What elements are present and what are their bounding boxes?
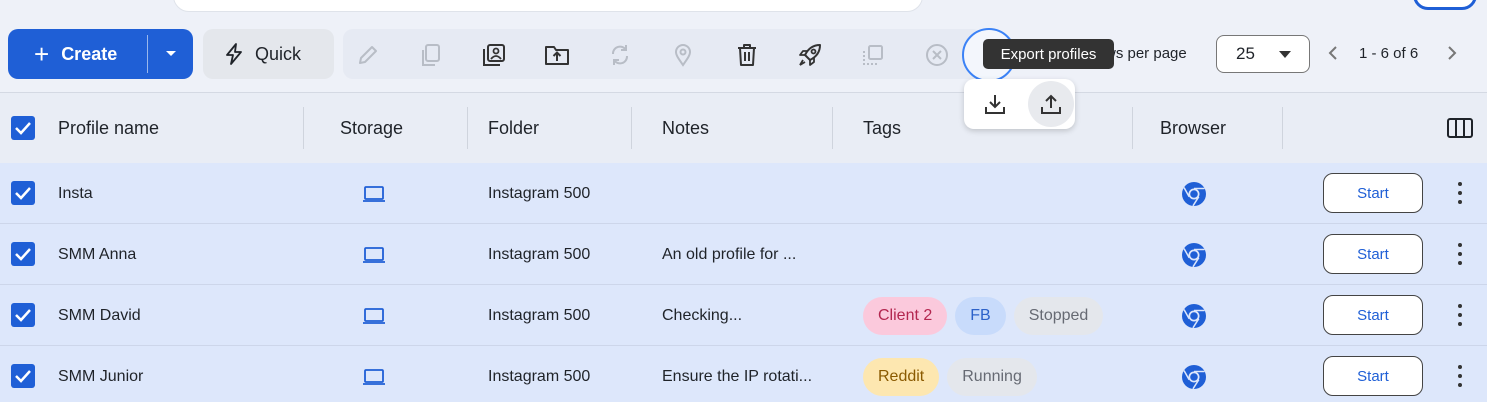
folder-upload-icon[interactable]	[544, 42, 570, 68]
chrome-icon	[1181, 346, 1207, 402]
download-icon	[985, 95, 1005, 114]
create-button-group: + Create	[8, 29, 193, 79]
profile-name[interactable]: SMM David	[58, 285, 141, 346]
create-button[interactable]: + Create	[8, 29, 147, 79]
edit-pencil-icon[interactable]	[355, 42, 381, 68]
trash-icon[interactable]	[734, 42, 760, 68]
folder-name: Instagram 500	[488, 306, 591, 324]
row-checkbox[interactable]	[11, 303, 35, 327]
lightning-icon	[226, 43, 242, 65]
location-pin-icon[interactable]	[670, 42, 696, 68]
table-row[interactable]: SMM Junior Instagram 500 Ensure the IP r…	[0, 346, 1487, 402]
notes-text[interactable]: Checking...	[662, 285, 742, 346]
profile-name[interactable]: SMM Anna	[58, 224, 136, 285]
columns-settings-icon[interactable]	[1447, 93, 1473, 163]
quick-label: Quick	[255, 43, 302, 64]
bulk-actions-toolbar	[343, 29, 983, 79]
rows-per-page-select[interactable]: 25	[1216, 35, 1310, 73]
cancel-circle-icon[interactable]	[924, 42, 950, 68]
more-options-icon[interactable]	[1452, 301, 1468, 329]
tag-badge[interactable]: Stopped	[1013, 296, 1104, 335]
column-header-profile-name[interactable]: Profile name	[58, 93, 159, 163]
profile-name[interactable]: SMM Junior	[58, 346, 143, 402]
export-upload-button[interactable]	[1028, 81, 1074, 127]
column-divider[interactable]	[832, 107, 833, 149]
view-toggle[interactable]	[1413, 0, 1477, 10]
copy-icon[interactable]	[418, 42, 444, 68]
column-divider[interactable]	[631, 107, 632, 149]
check-icon	[15, 248, 31, 261]
start-button[interactable]: Start	[1323, 356, 1423, 396]
table-row[interactable]: SMM David Instagram 500 Checking... Clie…	[0, 285, 1487, 346]
column-divider[interactable]	[1132, 107, 1133, 149]
row-checkbox[interactable]	[11, 364, 35, 388]
chrome-icon	[1181, 224, 1207, 285]
start-button[interactable]: Start	[1323, 173, 1423, 213]
tag-badge[interactable]: Reddit	[863, 357, 940, 396]
plus-icon: +	[34, 39, 50, 69]
tags-cell: Reddit Running	[863, 346, 1045, 402]
column-header-notes[interactable]: Notes	[662, 93, 709, 163]
rocket-icon[interactable]	[797, 42, 823, 68]
row-checkbox[interactable]	[11, 181, 35, 205]
check-icon	[15, 309, 31, 322]
column-divider[interactable]	[467, 107, 468, 149]
search-bar[interactable]	[173, 0, 923, 12]
laptop-icon	[362, 224, 386, 285]
sync-icon[interactable]	[607, 42, 633, 68]
check-icon	[15, 370, 31, 383]
profiles-stack-icon[interactable]	[481, 42, 507, 68]
more-options-icon[interactable]	[1452, 362, 1468, 390]
table-row[interactable]: Insta Instagram 500 Start	[0, 163, 1487, 224]
column-header-tags[interactable]: Tags	[863, 93, 901, 163]
check-icon	[15, 122, 31, 135]
caret-down-icon	[1279, 51, 1291, 58]
column-header-browser[interactable]: Browser	[1160, 93, 1226, 163]
table-row[interactable]: SMM Anna Instagram 500 An old profile fo…	[0, 224, 1487, 285]
folder-name: Instagram 500	[488, 245, 591, 263]
tag-badge[interactable]: Client 2	[863, 296, 948, 335]
caret-down-icon	[165, 51, 176, 56]
import-button[interactable]	[972, 81, 1018, 127]
start-button[interactable]: Start	[1323, 295, 1423, 335]
column-header-storage[interactable]: Storage	[340, 93, 403, 163]
chevron-right-icon[interactable]	[1445, 44, 1459, 67]
tag-badge[interactable]: Running	[947, 357, 1037, 396]
quick-button[interactable]: Quick	[203, 29, 334, 79]
profile-name[interactable]: Insta	[58, 163, 93, 224]
more-options-icon[interactable]	[1452, 240, 1468, 268]
chrome-icon	[1181, 285, 1207, 346]
rows-per-page-value: 25	[1236, 44, 1255, 63]
pagination-text: 1 - 6 of 6	[1359, 45, 1419, 62]
check-icon	[15, 187, 31, 200]
laptop-icon	[362, 285, 386, 346]
folder-name: Instagram 500	[488, 367, 591, 385]
rows-per-page-label: ws per page	[1105, 45, 1187, 62]
column-divider[interactable]	[303, 107, 304, 149]
column-divider[interactable]	[1282, 107, 1283, 149]
tags-cell: Client 2 FB Stopped	[863, 285, 1111, 346]
tag-badge[interactable]: FB	[955, 296, 1006, 335]
create-dropdown-button[interactable]	[148, 29, 193, 79]
row-checkbox[interactable]	[11, 242, 35, 266]
folder-name: Instagram 500	[488, 184, 591, 202]
select-area-icon[interactable]	[860, 42, 886, 68]
column-header-folder[interactable]: Folder	[488, 93, 539, 163]
laptop-icon	[362, 163, 386, 224]
upload-icon	[1041, 94, 1061, 114]
notes-text[interactable]: An old profile for ...	[662, 224, 796, 285]
more-options-icon[interactable]	[1452, 179, 1468, 207]
select-all-checkbox[interactable]	[11, 116, 35, 140]
chevron-left-icon[interactable]	[1326, 44, 1340, 67]
laptop-icon	[362, 346, 386, 402]
table-header: Profile name Storage Folder Notes Tags B…	[0, 92, 1487, 163]
chrome-icon	[1181, 163, 1207, 224]
export-tooltip: Export profiles	[983, 39, 1114, 69]
export-menu	[964, 79, 1075, 129]
notes-text[interactable]: Ensure the IP rotati...	[662, 346, 812, 402]
create-label: Create	[61, 43, 118, 64]
start-button[interactable]: Start	[1323, 234, 1423, 274]
